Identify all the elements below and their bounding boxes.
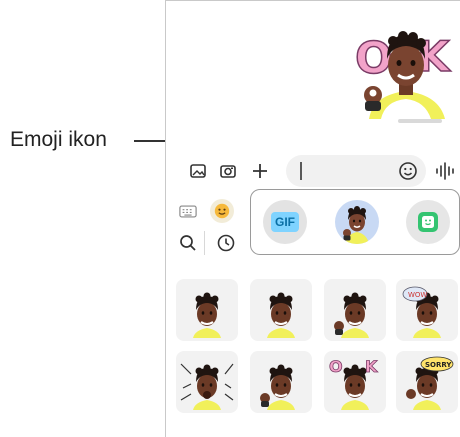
gif-icon: GIF [271, 212, 299, 232]
avatar-wow-sticker[interactable]: WOW [396, 279, 458, 341]
message-timestamp [398, 119, 442, 123]
emoji-face-icon[interactable] [210, 199, 234, 223]
keyboard-icon[interactable] [176, 201, 200, 221]
camera-icon[interactable] [218, 161, 238, 181]
avatar-sorry-sticker[interactable]: SORRY [396, 351, 458, 413]
sticker-icon [418, 212, 438, 232]
search-icon[interactable] [178, 233, 198, 253]
svg-text:O: O [329, 357, 343, 376]
emoji-category-tabs: GIF [250, 189, 460, 255]
svg-text:K: K [365, 357, 378, 376]
smiley-icon[interactable] [398, 161, 418, 181]
gif-tab[interactable]: GIF [263, 200, 307, 244]
message-input-bar [166, 151, 460, 191]
avatar-neutral-sticker[interactable] [176, 279, 238, 341]
plus-icon[interactable] [250, 161, 270, 181]
avatar-hi-sticker[interactable] [250, 351, 312, 413]
callout-label: Emoji ikon [10, 128, 107, 151]
text-cursor [300, 162, 302, 180]
avatar-ok-sticker[interactable]: OK [324, 351, 386, 413]
sticker-tab[interactable] [406, 200, 450, 244]
clock-icon[interactable] [216, 233, 236, 253]
image-icon[interactable] [188, 161, 208, 181]
avatar-sticker-grid: WOW O K SORRY [166, 271, 460, 437]
avatar-shout-sticker[interactable] [176, 351, 238, 413]
message-input-field[interactable] [286, 155, 426, 187]
phone-screen: O K GIF WOW O K SORRY [165, 0, 460, 437]
sent-avatar-sticker[interactable]: O K [351, 21, 460, 119]
svg-text:O: O [355, 33, 392, 84]
svg-text:SORRY: SORRY [425, 361, 452, 369]
avatar-ok-sticker-icon: O K [354, 31, 452, 119]
avatar-emoji-tab[interactable] [335, 200, 379, 244]
voice-wave-icon[interactable] [434, 161, 456, 181]
svg-text:WOW: WOW [408, 291, 427, 299]
emoji-panel-controls [166, 193, 251, 263]
avatar-wave-sticker[interactable] [324, 279, 386, 341]
avatar-emoji-icon [343, 206, 369, 244]
divider [204, 231, 205, 255]
avatar-smile-sticker[interactable] [250, 279, 312, 341]
